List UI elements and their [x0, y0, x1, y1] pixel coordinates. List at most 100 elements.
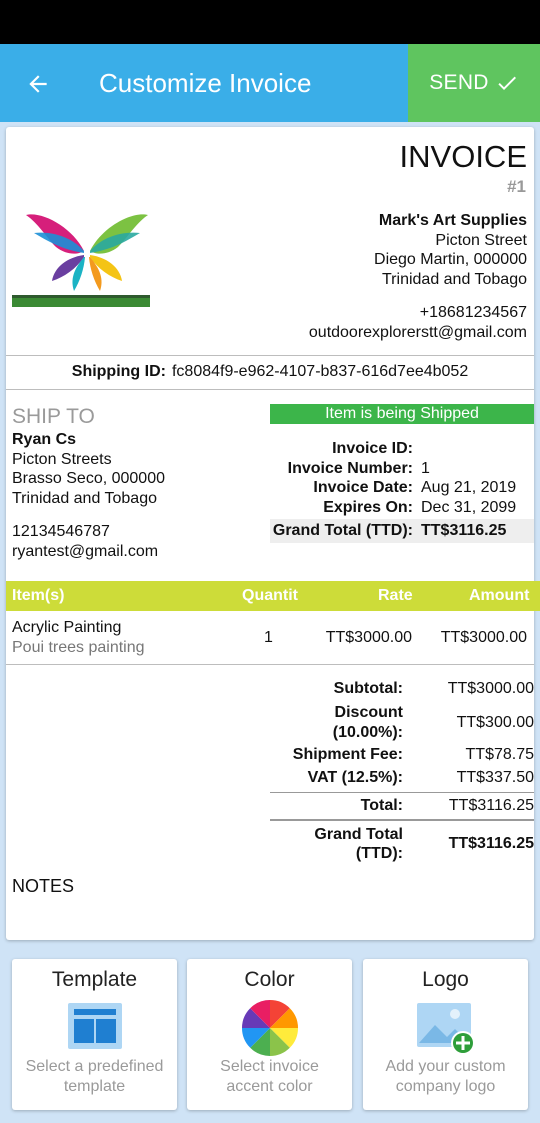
discount-value: TT$300.00 [456, 713, 534, 731]
color-card-subtitle-line1: Select invoice [220, 1058, 319, 1075]
shipping-status-badge: Item is being Shipped [270, 404, 534, 424]
template-card-subtitle-line1: Select a predefined [25, 1058, 164, 1075]
template-card-title: Template [51, 968, 138, 991]
vat-value: TT$337.50 [456, 769, 534, 787]
column-header-amount: Amount [469, 587, 530, 604]
color-card-subtitle: Select invoice accent color [193, 1057, 346, 1097]
shipment-fee-value: TT$78.75 [465, 746, 534, 764]
sender-street: Picton Street [435, 231, 527, 249]
meta-row-invoice-id: Invoice ID: [270, 439, 534, 459]
check-icon [498, 76, 516, 90]
divider [6, 664, 534, 665]
template-card-subtitle-line2: template [63, 1078, 126, 1095]
logo-card-title: Logo [422, 968, 469, 991]
color-card-subtitle-line2: accent color [226, 1078, 313, 1095]
shipping-id-value: fc8084f9-e962-4107-b837-616d7ee4b052 [171, 363, 469, 380]
column-header-item: Item(s) [12, 587, 65, 604]
meta-value: 1 [421, 459, 430, 477]
meta-row-invoice-number: Invoice Number: 1 [270, 459, 534, 479]
sender-country: Trinidad and Tobago [382, 270, 527, 288]
color-card-title: Color [244, 968, 295, 991]
meta-row-grand-total: Grand Total (TTD): TT$3116.25 [270, 519, 534, 543]
recipient-phone: 12134546787 [12, 523, 110, 540]
subtotal-label: Subtotal: [333, 680, 403, 698]
back-button[interactable] [18, 64, 58, 104]
meta-value: Dec 31, 2099 [421, 498, 517, 516]
item-amount: TT$3000.00 [440, 629, 527, 646]
subtotal-row: Subtotal: TT$3000.00 [270, 679, 534, 699]
invoice-number: #1 [507, 177, 526, 196]
meta-label: Expires On: [323, 498, 413, 516]
meta-label: Invoice ID: [332, 440, 413, 457]
add-image-icon [417, 1003, 475, 1055]
sender-name: Mark's Art Supplies [378, 212, 527, 229]
color-wheel-icon [242, 1000, 298, 1056]
sender-email: outdoorexplorerstt@gmail.com [308, 323, 527, 341]
send-button[interactable]: SEND [408, 44, 540, 122]
grand-total-label: Grand Total (TTD): [270, 825, 403, 864]
recipient-city: Brasso Seco, 000000 [12, 470, 165, 487]
recipient-country: Trinidad and Tobago [12, 489, 157, 507]
meta-row-expires: Expires On: Dec 31, 2099 [270, 498, 534, 518]
notes-heading: NOTES [12, 876, 75, 896]
sender-info: Mark's Art Supplies Picton Street Diego … [309, 211, 527, 342]
total-row: Total: TT$3116.25 [270, 793, 534, 819]
discount-label: Discount (10.00%): [270, 703, 403, 742]
meta-label: Invoice Date: [313, 479, 413, 496]
total-label: Total: [360, 797, 403, 815]
recipient-info: Ryan Cs Picton Streets Brasso Seco, 0000… [12, 430, 165, 561]
logo-card-subtitle: Add your custom company logo [369, 1057, 522, 1097]
divider [6, 389, 534, 390]
logo-card-subtitle-line2: company logo [395, 1078, 496, 1095]
meta-row-invoice-date: Invoice Date: Aug 21, 2019 [270, 478, 534, 498]
grand-total-label-line2: (TTD): [355, 845, 403, 862]
meta-label: Grand Total (TTD): [272, 522, 413, 539]
divider [6, 355, 534, 356]
table-row[interactable]: Acrylic Painting Poui trees painting 1 T… [6, 617, 534, 661]
app-bar: Customize Invoice SEND [0, 44, 540, 122]
meta-value: TT$3116.25 [421, 522, 507, 539]
grand-total-row: Grand Total (TTD): TT$3116.25 [270, 821, 534, 867]
sender-phone: +18681234567 [419, 304, 527, 321]
color-card[interactable]: Color Select invoice accent color [187, 959, 352, 1110]
logo-card-subtitle-line1: Add your custom [385, 1058, 506, 1075]
company-logo[interactable] [12, 207, 162, 307]
discount-label-line2: (10.00%): [332, 723, 403, 741]
shipping-id-label: Shipping ID: [71, 363, 166, 380]
template-card[interactable]: Template Select a predefined template [12, 959, 177, 1110]
grand-total-label-line1: Grand Total [314, 825, 403, 843]
vat-row: VAT (12.5%): TT$337.50 [270, 766, 534, 790]
sender-city: Diego Martin, 000000 [374, 251, 527, 268]
shipment-fee-label: Shipment Fee: [292, 746, 403, 764]
invoice-title: INVOICE [399, 139, 527, 174]
item-rate: TT$3000.00 [325, 629, 412, 646]
status-bar [0, 0, 540, 44]
vat-label: VAT (12.5%): [307, 769, 403, 787]
send-label: SEND [429, 71, 489, 94]
ship-to-heading: SHIP TO [12, 405, 95, 428]
recipient-name: Ryan Cs [12, 431, 77, 448]
column-header-rate: Rate [378, 587, 413, 604]
recipient-email: ryantest@gmail.com [12, 542, 159, 560]
meta-value [421, 439, 534, 459]
column-header-quantity: Quantit [242, 587, 298, 604]
item-name: Acrylic Painting [12, 619, 122, 636]
invoice-preview[interactable]: INVOICE #1 Mark's Art Supplies Picton St… [6, 127, 540, 940]
recipient-street: Picton Streets [12, 450, 112, 468]
item-description: Poui trees painting [12, 639, 145, 656]
item-quantity: 1 [264, 629, 273, 646]
meta-value: Aug 21, 2019 [421, 479, 517, 496]
meta-label: Invoice Number: [287, 459, 413, 477]
items-table-header: Item(s) Quantit Rate Amount [6, 581, 540, 611]
logo-card[interactable]: Logo Add your custom company logo [363, 959, 528, 1110]
grand-total-value: TT$3116.25 [448, 835, 534, 853]
subtotal-value: TT$3000.00 [447, 680, 534, 698]
back-arrow-icon [29, 75, 47, 93]
discount-label-line1: Discount [334, 704, 403, 721]
totals-section: Subtotal: TT$3000.00 Discount (10.00%): … [270, 679, 534, 867]
total-value: TT$3116.25 [448, 797, 534, 815]
template-icon [68, 1003, 122, 1049]
shipment-fee-row: Shipment Fee: TT$78.75 [270, 744, 534, 766]
shipping-id-row: Shipping ID: fc8084f9-e962-4107-b837-616d… [6, 363, 534, 381]
discount-row: Discount (10.00%): TT$300.00 [270, 701, 534, 744]
